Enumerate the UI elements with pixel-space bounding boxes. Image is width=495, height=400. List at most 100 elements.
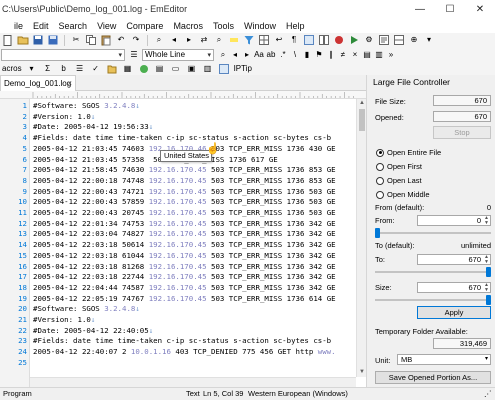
highlight-icon[interactable]: ▮ [301,49,313,60]
iptip-plugin-label[interactable]: IPTip [234,64,252,73]
paste-icon[interactable] [100,35,112,46]
regex-icon[interactable]: .* [277,49,289,60]
filter-icon[interactable]: ⌕ [217,49,229,60]
menu-search[interactable]: Search [59,21,88,31]
save-all-icon[interactable] [47,35,59,46]
bookmark-icon[interactable]: ⚑ [313,49,325,60]
clipboard-icon[interactable]: ▣ [186,63,198,74]
translate-icon[interactable]: b [58,63,70,74]
filter-icon[interactable] [243,35,255,46]
more-icon[interactable]: » [385,49,397,60]
ip-address-link[interactable]: 192.16.170.45 [149,208,207,217]
copy-icon[interactable] [85,35,97,46]
menu-help[interactable]: Help [286,21,305,31]
horizontal-scrollbar[interactable] [30,377,356,387]
filter-list-icon[interactable]: ▤ [361,49,373,60]
ip-address-link[interactable]: 192.16.170.45 [149,187,207,196]
ip-address-link[interactable]: 192.16.170.45 [149,165,207,174]
stop-button[interactable]: Stop [433,126,491,139]
whole-word-icon[interactable]: ab [265,49,277,60]
escape-icon[interactable]: \ [289,49,301,60]
match-case-icon[interactable]: Aa [253,49,265,60]
chevron-down-icon[interactable]: ▾ [207,50,211,61]
replace-icon[interactable]: ⇄ [198,35,210,46]
to-slider[interactable] [375,267,491,277]
chevron-down-icon[interactable]: ▾ [485,355,488,364]
zoom-icon[interactable]: ⊕ [408,35,420,46]
size-spinbox[interactable]: 670 ▲ ▼ [417,282,491,293]
menu-edit[interactable]: Edit [33,21,49,31]
tiptool-icon[interactable] [218,63,230,74]
ip-address-link[interactable]: 192.16.170.45 [149,251,207,260]
properties-icon[interactable] [378,35,390,46]
maximize-button[interactable]: ☐ [435,0,465,18]
slider-thumb[interactable] [486,267,491,277]
ip-address-link[interactable]: 192.16.170.45 [149,294,207,303]
ip-address-link[interactable]: 192.16.170.45 [149,283,207,292]
find-in-files-icon[interactable]: ⌕ [213,35,225,46]
find-next-icon[interactable]: ▸ [183,35,195,46]
scroll-thumb[interactable] [359,109,365,131]
radio-open-last[interactable]: Open Last [376,176,422,185]
ip-address-link[interactable]: 192.16.170.45 [149,262,207,271]
projects-icon[interactable]: ▥ [202,63,214,74]
explorer-icon[interactable] [106,63,118,74]
status-encoding[interactable]: Western European (Windows) [248,389,348,398]
compare-icon[interactable] [318,35,330,46]
status-position[interactable]: Ln 5, Col 39 [203,389,243,398]
spin-arrows-icon[interactable]: ▲ ▼ [484,255,489,265]
size-slider[interactable] [375,295,491,305]
radio-open-entire-file[interactable]: Open Entire File [376,148,441,157]
find-previous-icon[interactable]: ◂ [229,49,241,60]
close-button[interactable]: ✕ [465,0,495,18]
chevron-down-icon[interactable]: ▾ [118,50,122,61]
view-icon[interactable] [303,35,315,46]
numbering-icon[interactable]: ☰ [74,63,86,74]
find-text-combo[interactable]: ▾ [1,48,125,61]
find-next-icon[interactable]: ▸ [241,49,253,60]
split-window-icon[interactable] [393,35,405,46]
radio-open-middle[interactable]: Open Middle [376,190,430,199]
from-spinbox[interactable]: 0 ▲ ▼ [417,215,491,226]
negative-icon[interactable]: ≠ [337,49,349,60]
advanced-filter-icon[interactable]: ▥ [373,49,385,60]
spin-arrows-icon[interactable]: ▲ ▼ [484,216,489,226]
status-mode[interactable]: Text [186,389,200,398]
wrap-icon[interactable]: ↩ [273,35,285,46]
search-mode-combo[interactable]: Whole Line ▾ [142,48,214,61]
close-tab-icon[interactable]: × [67,76,72,91]
menu-view[interactable]: View [97,21,116,31]
character-code-icon[interactable]: ▦ [122,63,134,74]
slider-thumb[interactable] [375,228,380,238]
code-view[interactable]: #Software: SGOS 3.2.4.8↓ #Version: 1.0↓ #D… [33,99,356,377]
save-opened-portion-button[interactable]: Save Opened Portion As... [375,371,491,384]
resize-grip-icon[interactable]: ⋰ [484,389,492,398]
ip-address-link[interactable]: 192.16.170.45 [149,176,207,185]
ip-address-link[interactable]: 10.0.1.16 [131,347,171,356]
ip-address-link[interactable]: www. [318,347,336,356]
to-spinbox[interactable]: 670 ▲ ▼ [417,254,491,265]
find-previous-icon[interactable]: ◂ [168,35,180,46]
clear-filter-icon[interactable]: × [349,49,361,60]
radio-open-first[interactable]: Open First [376,162,422,171]
find-options-icon[interactable]: ☰ [128,49,140,60]
spell-icon[interactable]: ✓ [90,63,102,74]
spin-arrows-icon[interactable]: ▲ ▼ [484,283,489,293]
macro-record-icon[interactable] [333,35,345,46]
marks-icon[interactable]: ¶ [288,35,300,46]
sigma-icon[interactable]: Σ [42,63,54,74]
unit-select[interactable]: MB ▾ [397,354,491,365]
ip-address-link[interactable]: 192.16.170.45 [149,197,207,206]
save-icon[interactable] [32,35,44,46]
slider-thumb[interactable] [486,295,491,305]
outline-icon[interactable]: ▤ [154,63,166,74]
open-folder-icon[interactable] [17,35,29,46]
web-preview-icon[interactable] [138,63,150,74]
ip-address-link[interactable]: 192.16.170.45 [149,229,207,238]
undo-icon[interactable]: ↶ [115,35,127,46]
macro-run-icon[interactable] [348,35,360,46]
ip-address-link[interactable]: 192.16.170.45 [149,272,207,281]
vertical-scrollbar[interactable]: ▲ ▼ [356,99,366,377]
menu-window[interactable]: Window [244,21,276,31]
menu-macros[interactable]: Macros [173,21,203,31]
